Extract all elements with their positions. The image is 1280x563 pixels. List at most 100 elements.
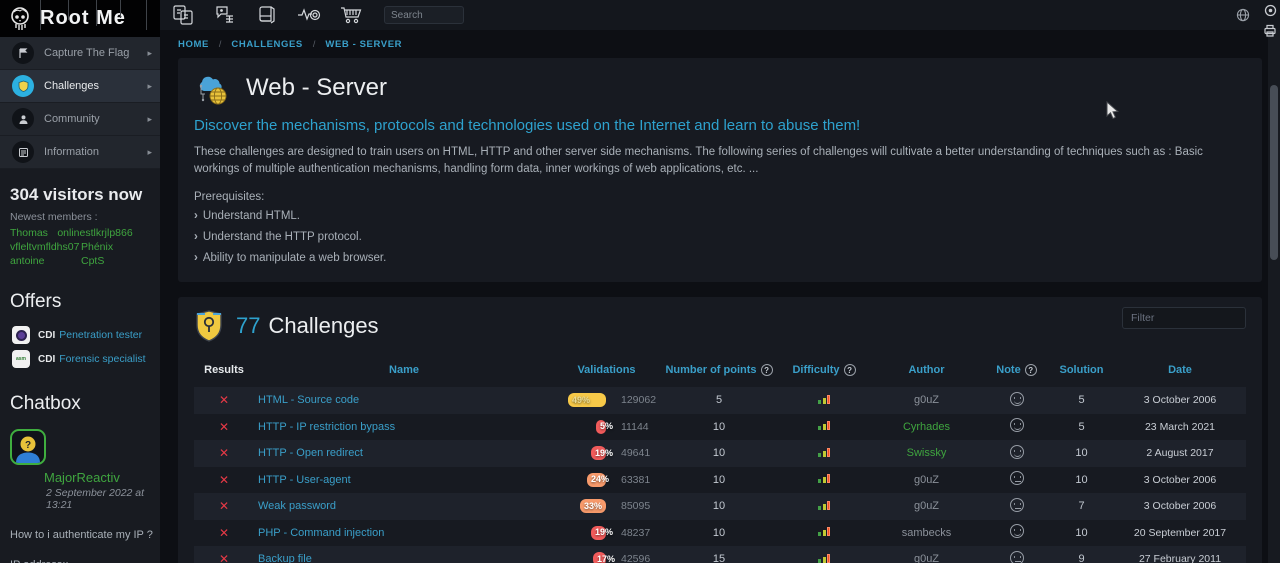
- author-link[interactable]: Swissky: [907, 447, 947, 459]
- note-cell: [984, 471, 1049, 488]
- member-link[interactable]: onlinestlkr: [57, 227, 104, 239]
- prerequisites-label: Prerequisites:: [194, 191, 1246, 203]
- challenge-link[interactable]: PHP - Command injection: [258, 527, 384, 539]
- validation-count: 63381: [621, 474, 650, 486]
- points-cell: 5: [659, 394, 779, 406]
- points-cell: 10: [659, 447, 779, 459]
- challenges-cards-icon[interactable]: [170, 3, 196, 27]
- validation-percent-badge: 33%: [580, 499, 606, 513]
- category-intro-panel: Web - Server Discover the mechanisms, pr…: [178, 58, 1262, 282]
- validation-badge-zone: 19%: [562, 526, 606, 540]
- sidebar-item-information[interactable]: Information ▸: [0, 136, 160, 169]
- scrollbar-thumb[interactable]: [1270, 85, 1278, 260]
- difficulty-cell: [779, 500, 869, 513]
- help-icon[interactable]: ?: [844, 364, 856, 376]
- solution-cell: 9: [1049, 553, 1114, 563]
- validation-count: 85095: [621, 500, 650, 512]
- validations-cell: 19% 49641: [554, 446, 659, 460]
- search-input[interactable]: [384, 6, 464, 24]
- table-header-row: Results Name Validations Number of point…: [194, 359, 1246, 381]
- challenges-count: 77: [236, 313, 260, 339]
- page-title: Web - Server: [246, 74, 387, 102]
- documentation-icon[interactable]: [254, 3, 280, 27]
- scrollbar-track[interactable]: [1268, 30, 1280, 563]
- challenge-link[interactable]: Backup file: [258, 553, 312, 563]
- sidebar-item-capture-the-flag[interactable]: Capture The Flag ▸: [0, 37, 160, 70]
- author-cell: g0uZ: [869, 500, 984, 512]
- validation-badge-zone: 17%: [562, 552, 606, 563]
- filter-input[interactable]: [1122, 307, 1246, 329]
- validation-percent-badge: 19%: [591, 446, 606, 460]
- author-link[interactable]: sambecks: [902, 527, 952, 539]
- challenges-panel: 77 Challenges Results Name Validations N…: [178, 297, 1262, 563]
- validations-cell: 24% 63381: [554, 473, 659, 487]
- difficulty-cell: [779, 447, 869, 460]
- not-solved-icon: ✕: [194, 473, 254, 487]
- member-link[interactable]: CptS: [81, 255, 152, 267]
- member-link[interactable]: antoine: [10, 255, 81, 267]
- author-link[interactable]: Cyrhades: [903, 421, 950, 433]
- offers-title: Offers: [0, 269, 160, 323]
- validation-percent: 19%: [595, 527, 613, 537]
- col-header-author: Author: [869, 364, 984, 376]
- member-link[interactable]: vfleltvmfldhs07: [10, 241, 81, 253]
- challenges-table: Results Name Validations Number of point…: [194, 359, 1246, 563]
- challenge-link[interactable]: HTTP - IP restriction bypass: [258, 421, 395, 433]
- validations-cell: 5% 11144: [554, 420, 659, 434]
- avatar[interactable]: ?: [10, 429, 46, 465]
- offer-link[interactable]: Penetration tester: [59, 329, 142, 341]
- sidebar-item-community[interactable]: Community ▸: [0, 103, 160, 136]
- content: Web - Server Discover the mechanisms, pr…: [160, 58, 1280, 563]
- member-link[interactable]: Phénix: [81, 241, 152, 253]
- community-chat-icon[interactable]: [212, 3, 238, 27]
- root-me-app: Root Me Capture The Flag ▸ Challenges ▸: [0, 0, 1280, 563]
- table-row: ✕ PHP - Command injection 19% 48237 10 s…: [194, 520, 1246, 547]
- col-header-label: Difficulty: [792, 364, 839, 376]
- author-link[interactable]: g0uZ: [914, 474, 939, 486]
- validations-cell: 33% 85095: [554, 499, 659, 513]
- breadcrumb-challenges[interactable]: CHALLENGES: [231, 39, 302, 50]
- author-link[interactable]: g0uZ: [914, 394, 939, 406]
- author-link[interactable]: g0uZ: [914, 500, 939, 512]
- help-icon[interactable]: ?: [761, 364, 773, 376]
- offer-company-logo-icon: asm: [12, 350, 30, 368]
- prerequisite-item: › Ability to manipulate a web browser.: [194, 250, 1246, 266]
- language-globe-icon[interactable]: [1236, 8, 1250, 27]
- offer-link[interactable]: Forensic specialist: [59, 353, 145, 365]
- breadcrumb-home[interactable]: HOME: [178, 39, 209, 50]
- chat-username-link[interactable]: MajorReactiv: [44, 470, 160, 485]
- challenge-link[interactable]: HTTP - User-agent: [258, 474, 351, 486]
- prerequisite-text: Ability to manipulate a web browser.: [203, 252, 386, 264]
- follow-icon[interactable]: [1264, 4, 1277, 17]
- note-cell: [984, 524, 1049, 541]
- sidebar-item-challenges[interactable]: Challenges ▸: [0, 70, 160, 103]
- help-icon[interactable]: ?: [1025, 364, 1037, 376]
- table-row: ✕ HTML - Source code 49% 129062 5 g0uZ 5…: [194, 387, 1246, 414]
- validation-percent: 5%: [600, 421, 613, 431]
- breadcrumb-current[interactable]: WEB - SERVER: [325, 39, 402, 50]
- newest-members-list: Thomas onlinestlkr jlp866 vfleltvmfldhs0…: [0, 225, 160, 269]
- offer-company-logo-icon: [12, 326, 30, 344]
- challenge-link[interactable]: HTTP - Open redirect: [258, 447, 363, 459]
- not-solved-icon: ✕: [194, 420, 254, 434]
- member-link[interactable]: jlp866: [105, 227, 152, 239]
- validation-percent: 19%: [595, 448, 613, 458]
- challenge-link[interactable]: Weak password: [258, 500, 336, 512]
- solution-cell: 10: [1049, 474, 1114, 486]
- member-link[interactable]: Thomas: [10, 227, 57, 239]
- author-cell: g0uZ: [869, 474, 984, 486]
- difficulty-bars-icon: [818, 420, 830, 430]
- chatbox: ? MajorReactiv 2 September 2022 at 13:21…: [0, 429, 160, 563]
- shop-cart-icon[interactable]: [338, 3, 364, 27]
- print-icon[interactable]: [1263, 24, 1277, 37]
- author-link[interactable]: g0uZ: [914, 553, 939, 563]
- ctf-activity-icon[interactable]: [296, 3, 322, 27]
- validation-badge-zone: 24%: [562, 473, 606, 487]
- logo[interactable]: Root Me: [0, 0, 160, 37]
- bullet-icon: ›: [194, 252, 198, 264]
- challenge-link[interactable]: HTML - Source code: [258, 394, 359, 406]
- validation-count: 48237: [621, 527, 650, 539]
- offer-penetration-tester: CDI Penetration tester: [0, 323, 160, 347]
- note-smiley-icon: [1010, 392, 1024, 406]
- difficulty-cell: [779, 394, 869, 407]
